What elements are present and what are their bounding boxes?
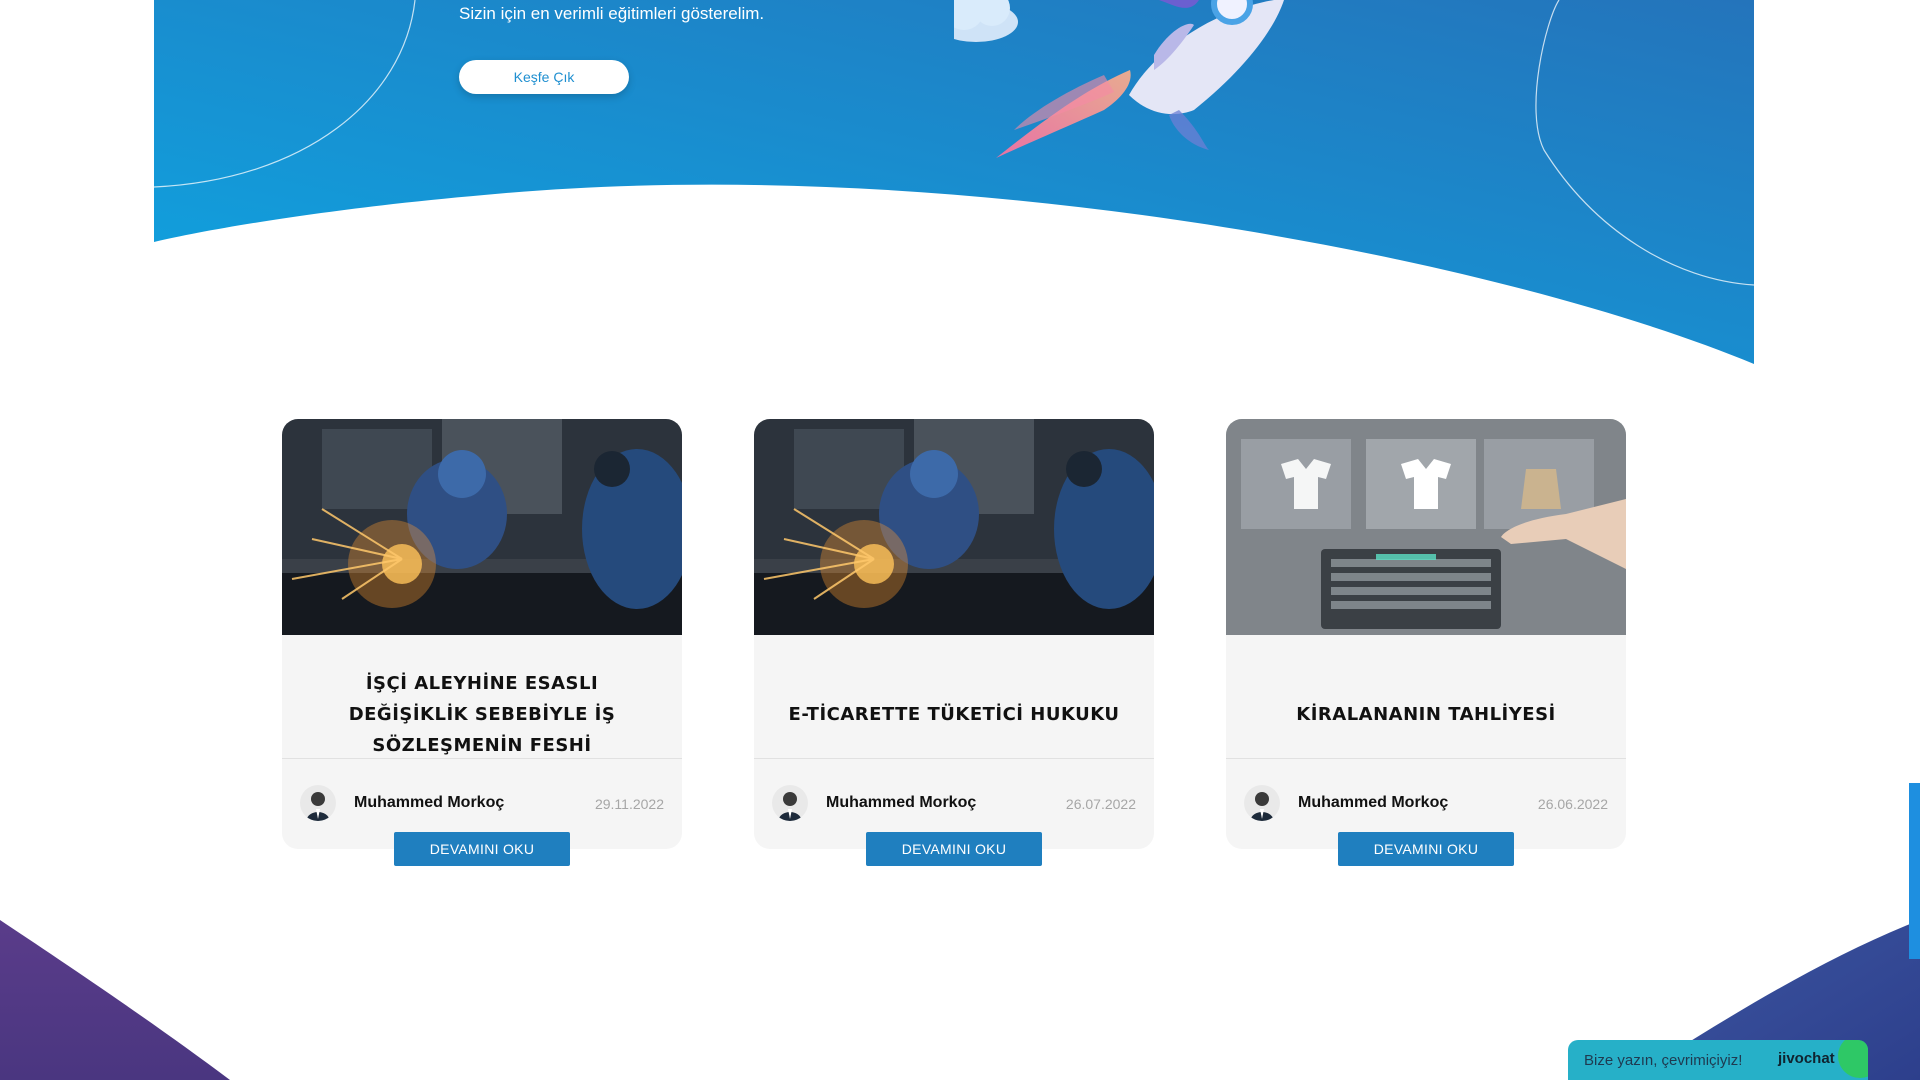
chat-prompt-text[interactable]: Bize yazın, çevrimiçiyiz! <box>1584 1052 1742 1069</box>
author-name: Muhammed Morkoç <box>826 794 977 811</box>
blog-card[interactable]: İŞÇİ ALEYHİNE ESASLI DEĞİŞİKLİK SEBEBİYL… <box>282 419 682 866</box>
rocket-illustration <box>954 0 1284 158</box>
card-image-welding[interactable] <box>282 419 682 635</box>
author-name: Muhammed Morkoç <box>1298 794 1449 811</box>
card-image-welding[interactable] <box>754 419 1154 635</box>
card-title[interactable]: KİRALANANIN TAHLİYESİ <box>1256 653 1596 775</box>
chat-widget[interactable]: Bize yazın, çevrimiçiyiz! jivochat <box>1568 1040 1868 1080</box>
blog-card[interactable]: E-TİCARETTE TÜKETİCİ HUKUKU Muhammed Mor… <box>754 419 1154 866</box>
card-divider <box>1226 758 1626 759</box>
explore-button[interactable]: Keşfe Çık <box>459 60 629 94</box>
card-image-shopping[interactable] <box>1226 419 1626 635</box>
author-avatar <box>772 785 808 821</box>
card-divider <box>754 758 1154 759</box>
blog-card[interactable]: KİRALANANIN TAHLİYESİ Muhammed Morkoç 26… <box>1226 419 1626 866</box>
read-more-button[interactable]: DEVAMINI OKU <box>1338 832 1514 866</box>
post-date: 26.07.2022 <box>1065 796 1136 812</box>
side-scroll-accent <box>1909 783 1920 959</box>
author-avatar <box>300 785 336 821</box>
card-title[interactable]: İŞÇİ ALEYHİNE ESASLI DEĞİŞİKLİK SEBEBİYL… <box>312 653 652 775</box>
post-date: 29.11.2022 <box>594 796 664 812</box>
read-more-button[interactable]: DEVAMINI OKU <box>866 832 1042 866</box>
read-more-button[interactable]: DEVAMINI OKU <box>394 832 570 866</box>
author-avatar <box>1244 785 1280 821</box>
author-name: Muhammed Morkoç <box>354 794 505 811</box>
hero-banner: Sizin için en verimli eğitimleri göstere… <box>154 0 1754 370</box>
card-divider <box>282 758 682 759</box>
card-title[interactable]: E-TİCARETTE TÜKETİCİ HUKUKU <box>784 653 1124 775</box>
post-date: 26.06.2022 <box>1537 796 1608 812</box>
chat-bubble-icon[interactable] <box>1838 1040 1868 1078</box>
chat-brand-logo: jivochat <box>1778 1050 1835 1067</box>
cloud-icon <box>954 0 1018 42</box>
hero-subtitle: Sizin için en verimli eğitimleri göstere… <box>459 4 765 23</box>
